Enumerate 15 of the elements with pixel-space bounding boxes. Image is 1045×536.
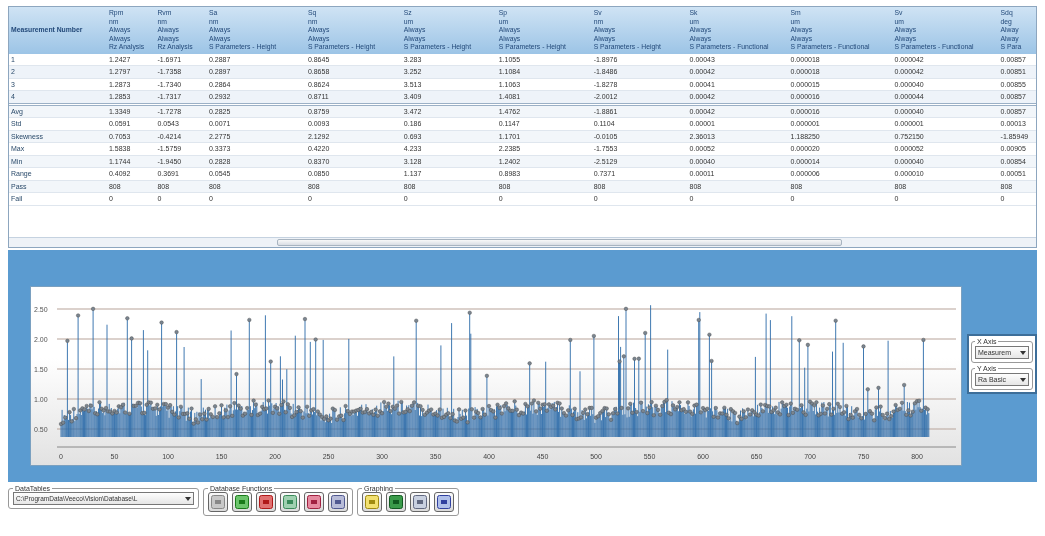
caret-icon [185, 496, 191, 501]
caret-icon [1020, 350, 1026, 355]
scrollbar-thumb[interactable] [277, 239, 842, 246]
toolbar-button[interactable] [280, 492, 300, 512]
toolbar-button[interactable] [328, 492, 348, 512]
toolbar-button[interactable] [232, 492, 252, 512]
toolbar-button[interactable] [362, 492, 382, 512]
toolbar-button[interactable] [256, 492, 276, 512]
toolbar-button[interactable] [208, 492, 228, 512]
caret-icon [1020, 377, 1026, 382]
toolbar-button[interactable] [304, 492, 324, 512]
toolbar-button[interactable] [386, 492, 406, 512]
toolbar-button[interactable] [434, 492, 454, 512]
toolbar-button[interactable] [410, 492, 430, 512]
horizontal-scrollbar[interactable] [9, 237, 1036, 247]
